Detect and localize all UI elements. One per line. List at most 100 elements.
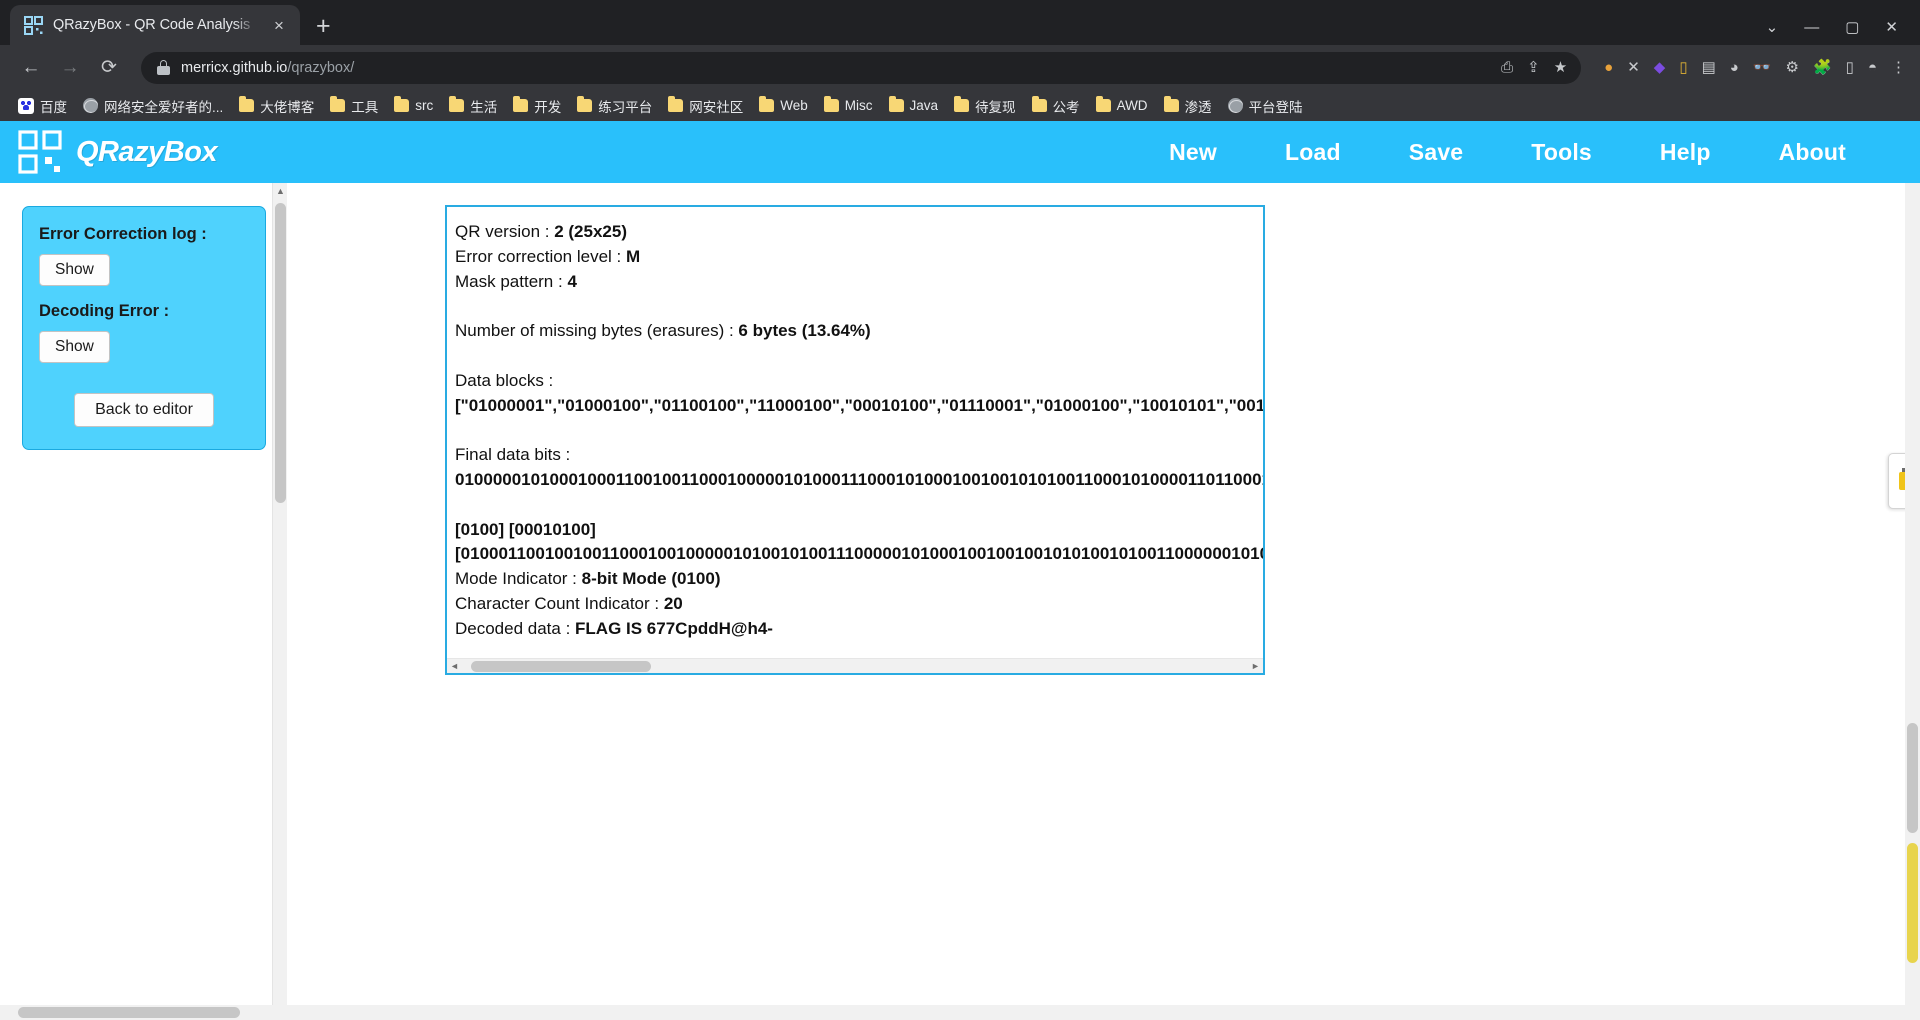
page-hscroll-thumb[interactable] [18, 1007, 240, 1018]
side-panel-icon[interactable]: ▯ [1846, 60, 1854, 75]
page-scroll-marker[interactable] [1907, 843, 1918, 963]
tab-close-icon[interactable]: × [268, 17, 290, 34]
bookmark-item[interactable]: 网安社区 [660, 93, 751, 119]
bookmark-item[interactable]: 工具 [322, 93, 386, 119]
ecc-level-line: Error correction level : M [455, 245, 1263, 270]
bookmark-item[interactable]: AWD [1088, 95, 1156, 116]
bookmark-item[interactable]: 百度 [10, 93, 75, 119]
nav-item-about[interactable]: About [1745, 139, 1880, 166]
folder-icon [449, 96, 465, 112]
missing-bytes-line: Number of missing bytes (erasures) : 6 b… [455, 319, 1263, 344]
result-scroll-thumb[interactable] [471, 661, 651, 672]
tab-strip: QRazyBox - QR Code Analysis × + ⌄ — ▢ ✕ [0, 0, 1920, 45]
address-bar[interactable]: merricx.github.io/qrazybox/ ⎙ ⇪ ★ [141, 51, 1582, 84]
missing-bytes-value: 6 bytes (13.64%) [738, 321, 871, 341]
back-button[interactable]: ← [14, 51, 48, 85]
result-scroll-right-arrow[interactable]: ► [1248, 659, 1263, 673]
page-vertical-scrollbar[interactable] [1905, 183, 1920, 1005]
folder-icon [823, 96, 839, 112]
sidebar-scrollbar[interactable]: ▲ ▼ [272, 183, 287, 1020]
bookmark-item[interactable]: 平台登陆 [1220, 93, 1311, 119]
show-error-correction-log-button[interactable]: Show [39, 254, 110, 286]
mode-indicator-label: Mode Indicator : [455, 569, 582, 589]
puzzle-icon[interactable]: 🧩 [1813, 60, 1832, 75]
omnibox-icons: ⎙ ⇪ ★ [1501, 60, 1573, 75]
nav-item-load[interactable]: Load [1251, 139, 1375, 166]
bookmark-item[interactable]: src [386, 95, 441, 116]
purple-badge-icon[interactable]: ◆ [1654, 60, 1666, 75]
tabsearch-chevron-icon[interactable]: ⌄ [1766, 20, 1779, 35]
result-scroll-left-arrow[interactable]: ◄ [447, 659, 462, 673]
reload-button[interactable]: ⟳ [92, 51, 126, 85]
maximize-button[interactable]: ▢ [1845, 20, 1859, 35]
forward-button[interactable]: → [53, 51, 87, 85]
moon-icon[interactable]: ◕ [1730, 60, 1739, 75]
bookmark-label: 生活 [470, 99, 498, 115]
star-icon[interactable]: ★ [1554, 60, 1567, 75]
address-bar-url: merricx.github.io/qrazybox/ [181, 60, 1490, 76]
bookmark-item[interactable]: 待复现 [946, 93, 1024, 119]
folder-icon [1031, 96, 1047, 112]
mode-indicator-value: 8-bit Mode (0100) [581, 569, 721, 589]
qr-version-value: 2 (25x25) [554, 222, 627, 241]
bookmark-item[interactable]: 渗透 [1156, 93, 1220, 119]
bookmark-item[interactable]: 公考 [1024, 93, 1088, 119]
bookmark-item[interactable]: Misc [816, 95, 881, 116]
bookmark-label: 大佬博客 [260, 99, 315, 115]
bookmark-item[interactable]: 网络安全爱好者的... [75, 93, 231, 119]
nav-item-save[interactable]: Save [1375, 139, 1498, 166]
bookmark-label: 公考 [1052, 99, 1080, 115]
mode-indicator-line: Mode Indicator : 8-bit Mode (0100) [455, 567, 1263, 592]
back-to-editor-button[interactable]: Back to editor [74, 393, 214, 427]
browser-toolbar: ← → ⟳ merricx.github.io/qrazybox/ ⎙ ⇪ ★ … [0, 45, 1920, 90]
minimize-button[interactable]: — [1804, 20, 1819, 35]
folder-icon [239, 96, 255, 112]
new-tab-button[interactable]: + [316, 14, 331, 39]
show-decoding-error-button[interactable]: Show [39, 331, 110, 363]
close-window-button[interactable]: ✕ [1885, 20, 1898, 35]
cookie-icon[interactable]: ● [1604, 60, 1613, 75]
decoded-data-label: Decoded data : [455, 618, 576, 638]
result-horizontal-scrollbar[interactable]: ◄ ► [447, 658, 1263, 673]
browser-tab[interactable]: QRazyBox - QR Code Analysis × [10, 5, 300, 45]
mask-pattern-label: Mask pattern : [455, 271, 568, 291]
page-horizontal-scrollbar[interactable] [0, 1005, 1920, 1020]
nav-item-new[interactable]: New [1135, 139, 1251, 166]
gear-icon[interactable]: ⚙ [1786, 60, 1799, 75]
page-body: Error Correction log : Show Decoding Err… [0, 183, 1920, 1020]
bookmark-item[interactable]: 大佬博客 [231, 93, 322, 119]
bookmark-item[interactable]: Web [751, 95, 816, 116]
bookmark-item[interactable]: Java [881, 95, 947, 116]
page-scroll-thumb[interactable] [1907, 723, 1918, 833]
profile-avatar[interactable]: ◓ [1868, 60, 1877, 75]
window-extension-icon[interactable]: ▤ [1702, 60, 1716, 75]
sidebar-scroll-up-arrow[interactable]: ▲ [273, 183, 288, 199]
sidebar-scroll-thumb[interactable] [275, 203, 286, 503]
share-icon[interactable]: ⇪ [1527, 60, 1540, 75]
url-domain: merricx.github.io [181, 59, 288, 76]
usb-extension-icon[interactable]: ▯ [1679, 60, 1687, 75]
data-blocks-value: ["01000001","01000100","01100100","11000… [455, 394, 1263, 419]
window-controls: ⌄ — ▢ ✕ [1766, 20, 1920, 45]
nav-item-tools[interactable]: Tools [1497, 139, 1626, 166]
site-brand: QRazyBox [76, 135, 218, 168]
translate-icon[interactable]: ⎙ [1501, 60, 1513, 75]
x-extension-icon[interactable]: ✕ [1627, 60, 1640, 75]
data-blocks-label: Data blocks : [455, 370, 554, 390]
bookmark-label: Web [780, 98, 808, 113]
bookmark-item[interactable]: 开发 [505, 93, 569, 119]
main-nav: New Load Save Tools Help About [1135, 139, 1880, 166]
nav-item-help[interactable]: Help [1626, 139, 1745, 166]
sidebar-panel: Error Correction log : Show Decoding Err… [22, 206, 266, 450]
decoding-error-title: Decoding Error : [39, 302, 170, 320]
qr-analysis-result-box[interactable]: QR version : 2 (25x25) Error correction … [445, 205, 1265, 675]
char-count-value: 20 [663, 593, 683, 613]
bookmark-item[interactable]: 练习平台 [569, 93, 660, 119]
bookmark-label: 开发 [534, 99, 562, 115]
bookmark-item[interactable]: 生活 [441, 93, 505, 119]
browser-menu-icon[interactable]: ⋮ [1891, 60, 1906, 75]
glasses-icon[interactable]: 👓 [1753, 60, 1772, 75]
qr-logo-icon[interactable] [18, 130, 62, 174]
